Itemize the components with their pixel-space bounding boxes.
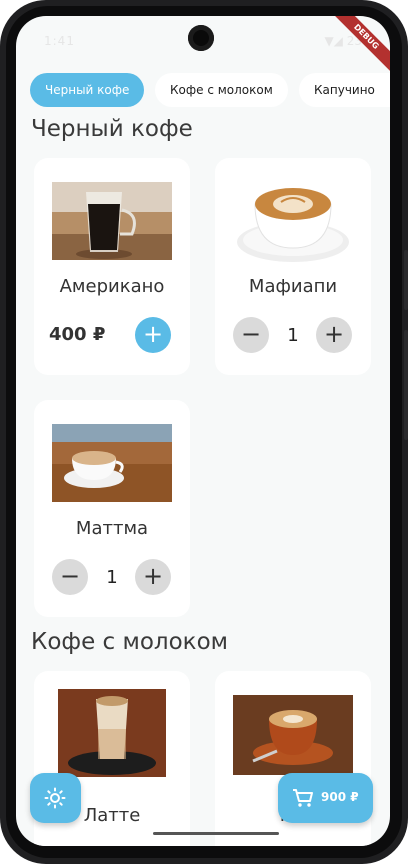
- product-name: Маттма: [75, 518, 149, 539]
- minus-icon: −: [240, 320, 262, 348]
- section-title-coffee-with-milk: Кофе с молоком: [31, 629, 228, 655]
- product-card-mafiapi[interactable]: Мафиапи − 1 +: [215, 158, 371, 375]
- product-name: Мафиапи: [248, 276, 338, 297]
- product-card-americano[interactable]: Американо 400 ₽ +: [34, 158, 190, 375]
- product-price: 400 ₽: [49, 324, 106, 345]
- quantity-value: 1: [287, 325, 299, 346]
- cart-button[interactable]: 900 ₽: [278, 773, 373, 823]
- decrease-quantity-button[interactable]: −: [233, 317, 269, 353]
- chip-coffee-with-milk[interactable]: Кофе с молоком: [155, 73, 288, 107]
- product-card-mattma[interactable]: Маттма − 1 +: [34, 400, 190, 617]
- coffee-image: [233, 695, 353, 775]
- sun-icon: [44, 787, 66, 809]
- power-button: [404, 330, 408, 440]
- chip-black-coffee[interactable]: Черный кофе: [30, 73, 145, 107]
- volume-button: [404, 250, 408, 310]
- cart-total: 900 ₽: [321, 790, 359, 804]
- decrease-quantity-button[interactable]: −: [52, 559, 88, 595]
- latte-image: [58, 689, 166, 777]
- mafiapi-image: [233, 174, 353, 266]
- plus-icon: +: [142, 320, 164, 348]
- quantity-value: 1: [106, 567, 118, 588]
- minus-icon: −: [59, 562, 81, 590]
- category-chips: Черный кофе Кофе с молоком Капучино: [30, 73, 390, 109]
- chip-cappuccino[interactable]: Капучино: [299, 73, 390, 107]
- section-title-black-coffee: Черный кофе: [31, 116, 193, 142]
- add-to-cart-button[interactable]: +: [135, 317, 171, 353]
- plus-icon: +: [142, 562, 164, 590]
- americano-image: [52, 182, 172, 260]
- phone-frame: 1:41 ▼◢ 23 DEBUG Черный кофе Кофе с моло…: [0, 0, 408, 864]
- app-screen: 1:41 ▼◢ 23 DEBUG Черный кофе Кофе с моло…: [16, 16, 390, 846]
- theme-toggle-button[interactable]: [30, 773, 81, 823]
- increase-quantity-button[interactable]: +: [316, 317, 352, 353]
- front-camera: [188, 25, 214, 51]
- product-name: Американо: [59, 276, 165, 297]
- mattma-image: [52, 424, 172, 502]
- plus-icon: +: [323, 320, 345, 348]
- cart-icon: [293, 789, 313, 807]
- increase-quantity-button[interactable]: +: [135, 559, 171, 595]
- status-time: 1:41: [44, 34, 75, 48]
- home-indicator: [153, 832, 279, 835]
